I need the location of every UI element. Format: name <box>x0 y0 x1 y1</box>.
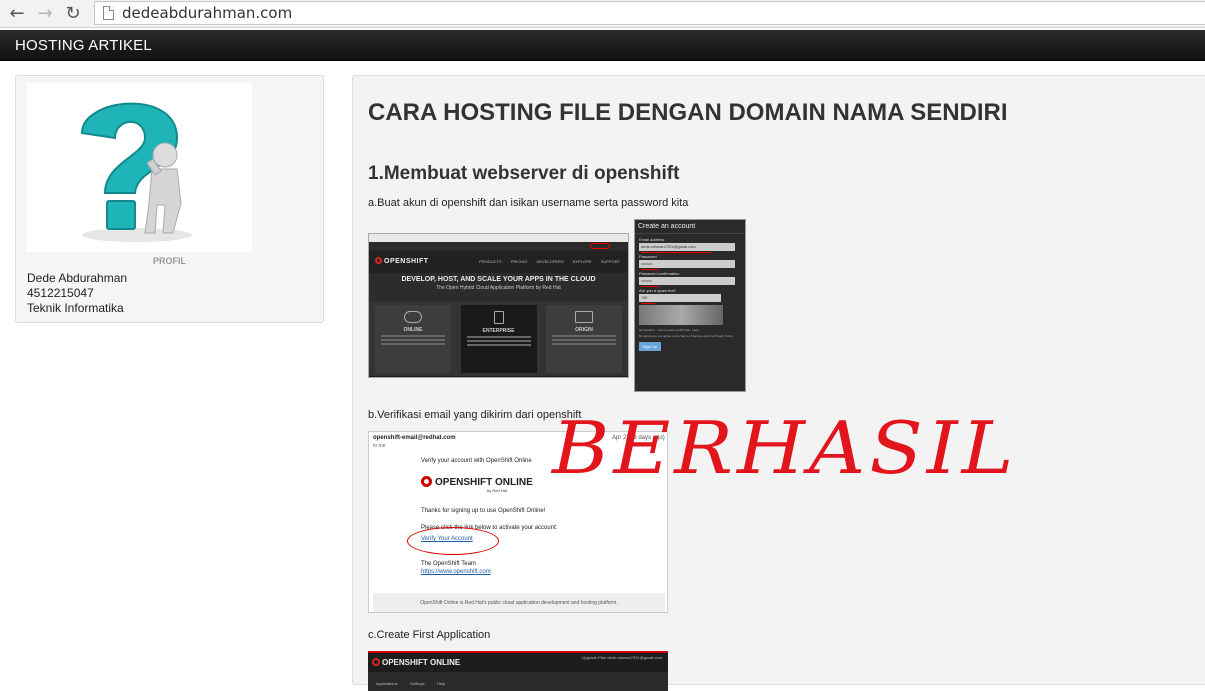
password-field: •••••••• <box>639 260 735 270</box>
openshift-logo: OPENSHIFT <box>375 257 429 265</box>
email-footer: OpenShift Online is Red Hat's public clo… <box>373 593 665 612</box>
email-to: to me <box>373 443 386 449</box>
berhasil-overlay-text: BERHASIL <box>552 407 1018 491</box>
openshift-hero-title: DEVELOP, HOST, AND SCALE YOUR APPS IN TH… <box>401 276 596 283</box>
card-online: ONLINE <box>375 305 451 373</box>
profile-avatar <box>27 83 252 252</box>
create-application-screenshot: OPENSHIFT ONLINE Upgrade Plan dede.rahma… <box>368 651 668 691</box>
email-field: dede.rahman7291@gmail.com <box>639 243 735 253</box>
step-a-text: a.Buat akun di openshift dan isikan user… <box>368 197 689 209</box>
spam-label: Are you a spam bot? <box>639 288 676 293</box>
step-b-text: b.Verifikasi email yang dikirim dari ope… <box>368 409 582 421</box>
profile-caption: PROFIL <box>153 256 186 266</box>
confirm-label: Password confirmation <box>639 271 680 276</box>
email-team: The OpenShift Team <box>421 561 476 567</box>
verify-highlight-oval <box>407 527 499 555</box>
site-navbar: HOSTING ARTIKEL <box>0 30 1205 61</box>
password-label: Password <box>639 254 657 259</box>
profile-id: 4512215047 <box>27 286 94 300</box>
openshift-homepage-screenshot: OPENSHIFT PRODUCTS PRICING DEVELOPERS EX… <box>368 233 629 378</box>
openshift-online-logo: OPENSHIFT ONLINE <box>421 476 533 488</box>
article-title: CARA HOSTING FILE DENGAN DOMAIN NAMA SEN… <box>368 99 1008 126</box>
openshift-online-logo-dark: OPENSHIFT ONLINE <box>372 658 460 667</box>
create-account-screenshot: Create an account Email address dede.rah… <box>634 219 746 392</box>
confirm-field: •••••••• <box>639 277 735 287</box>
profile-major: Teknik Informatika <box>27 301 124 315</box>
forward-arrow-icon[interactable]: → <box>34 3 56 25</box>
site-brand-link[interactable]: HOSTING ARTIKEL <box>15 37 152 54</box>
card-origin: ORIGIN <box>546 305 622 373</box>
back-arrow-icon[interactable]: ← <box>6 3 28 25</box>
card-enterprise: ENTERPRISE <box>460 305 537 373</box>
email-thanks: Thanks for signing up to use OpenShift O… <box>421 508 546 514</box>
section-heading: 1.Membuat webserver di openshift <box>368 163 680 184</box>
openshift-nav-links: PRODUCTS PRICING DEVELOPERS EXPLORE SUPP… <box>479 259 620 264</box>
laptop-icon <box>575 311 593 323</box>
openshift-hero-subtitle: The Open Hybrid Cloud Application Platfo… <box>436 285 561 291</box>
browser-toolbar: ← → ↻ dedeabdurahman.com <box>0 0 1205 28</box>
url-text: dedeabdurahman.com <box>122 4 293 22</box>
step-c-text: c.Create First Application <box>368 629 491 641</box>
page-icon <box>103 6 114 20</box>
openshift-site-link: https://www.openshift.com <box>421 569 491 575</box>
applications-tab: Applications <box>376 681 398 686</box>
profile-panel: PROFIL Dede Abdurahman 4512215047 Teknik… <box>15 75 324 323</box>
create-account-heading: Create an account <box>635 220 745 234</box>
document-icon <box>493 311 504 324</box>
settings-tab: Settings <box>410 681 425 686</box>
profile-name: Dede Abdurahman <box>27 271 128 285</box>
address-bar[interactable]: dedeabdurahman.com <box>94 1 1205 25</box>
account-menu-text: Upgrade Plan dede.rahman7291@gmail.com <box>581 655 662 660</box>
reload-icon[interactable]: ↻ <box>62 3 84 25</box>
cloud-icon <box>404 311 422 323</box>
signup-button: Sign Up <box>639 342 661 351</box>
email-from: openshift-email@redhat.com <box>373 435 456 441</box>
spam-field: YEI <box>639 294 721 304</box>
article-panel: CARA HOSTING FILE DENGAN DOMAIN NAMA SEN… <box>352 75 1205 691</box>
login-highlight <box>590 243 610 249</box>
by-redhat-text: by Red Hat <box>487 488 508 493</box>
help-tab: Help <box>436 681 446 686</box>
captcha-image <box>639 305 723 325</box>
email-label: Email address <box>639 237 665 242</box>
